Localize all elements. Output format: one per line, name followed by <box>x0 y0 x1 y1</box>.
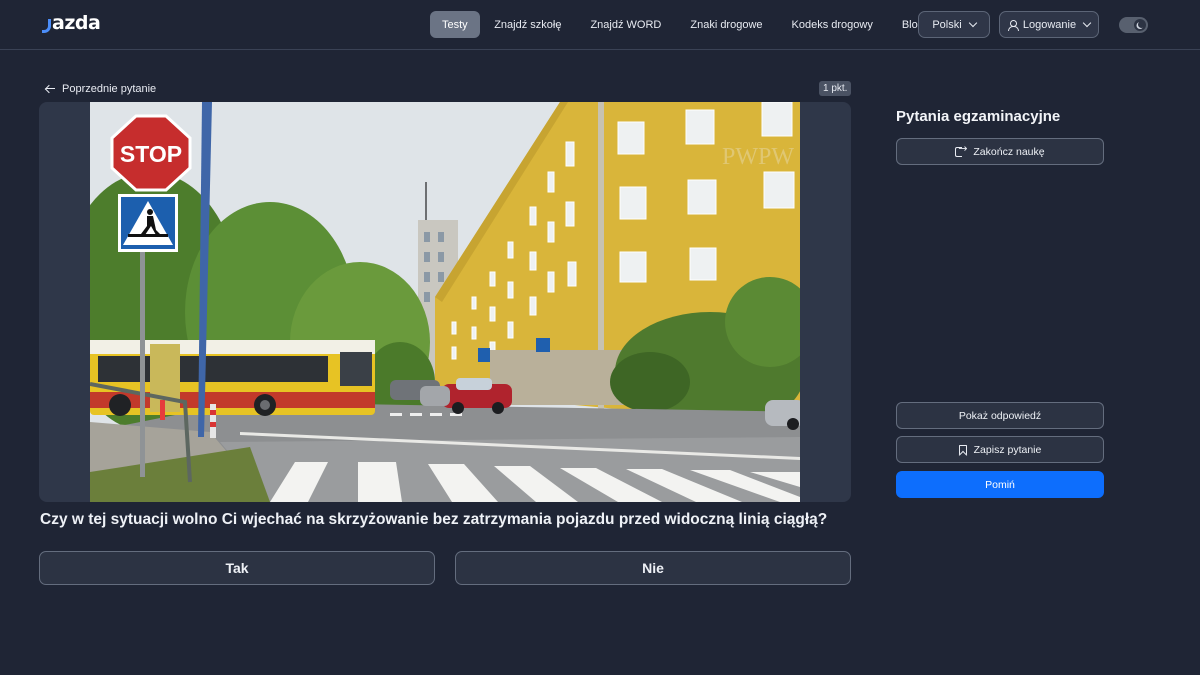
theme-toggle[interactable] <box>1119 17 1148 33</box>
main-nav: Testy Znajdź szkołę Znajdź WORD Znaki dr… <box>430 11 938 38</box>
nav-item-znajdz-szkole[interactable]: Znajdź szkołę <box>480 11 576 38</box>
points-badge: 1 pkt. <box>819 81 852 96</box>
bookmark-icon <box>958 444 967 455</box>
chevron-down-icon <box>1082 18 1092 28</box>
arrow-left-icon <box>45 85 55 93</box>
skip-button[interactable]: Pomiń <box>896 471 1104 498</box>
save-question-label: Zapisz pytanie <box>973 443 1042 456</box>
logo[interactable]: azda <box>42 11 101 35</box>
answer-yes-button[interactable]: Tak <box>39 551 435 585</box>
moon-icon <box>1138 21 1145 28</box>
previous-question-link[interactable]: Poprzednie pytanie <box>45 81 156 96</box>
finish-learning-label: Zakończ naukę <box>973 145 1045 158</box>
language-select[interactable]: Polski <box>918 11 990 38</box>
logo-mark-icon <box>42 18 51 33</box>
answer-no-button[interactable]: Nie <box>455 551 851 585</box>
top-navbar: azda Testy Znajdź szkołę Znajdź WORD Zna… <box>0 0 1200 50</box>
image-watermark: PWPW <box>722 144 794 170</box>
theme-toggle-knob <box>1134 19 1146 31</box>
nav-item-kodeks-drogowy[interactable]: Kodeks drogowy <box>777 11 887 38</box>
sidebar-title: Pytania egzaminacyjne <box>896 108 1061 125</box>
logout-icon <box>955 142 968 157</box>
login-button[interactable]: Logowanie <box>999 11 1099 38</box>
save-question-button[interactable]: Zapisz pytanie <box>896 436 1104 463</box>
show-answer-button[interactable]: Pokaż odpowiedź <box>896 402 1104 429</box>
nav-item-znajdz-word[interactable]: Znajdź WORD <box>576 11 676 38</box>
nav-item-testy[interactable]: Testy <box>430 11 480 38</box>
question-text: Czy w tej sytuacji wolno Ci wjechać na s… <box>40 511 828 528</box>
skip-label: Pomiń <box>985 478 1015 491</box>
finish-learning-button[interactable]: Zakończ naukę <box>896 138 1104 165</box>
previous-question-label: Poprzednie pytanie <box>62 82 157 95</box>
logo-text: azda <box>52 12 101 34</box>
question-media: STOP PWPW <box>39 102 851 502</box>
question-image: STOP PWPW <box>90 102 800 502</box>
nav-item-znaki-drogowe[interactable]: Znaki drogowe <box>676 11 777 38</box>
chevron-down-icon <box>968 18 977 28</box>
login-label: Logowanie <box>1022 18 1077 31</box>
language-label: Polski <box>932 18 962 31</box>
show-answer-label: Pokaż odpowiedź <box>958 409 1042 422</box>
stop-sign-text: STOP <box>120 141 182 167</box>
user-icon <box>1007 19 1019 31</box>
